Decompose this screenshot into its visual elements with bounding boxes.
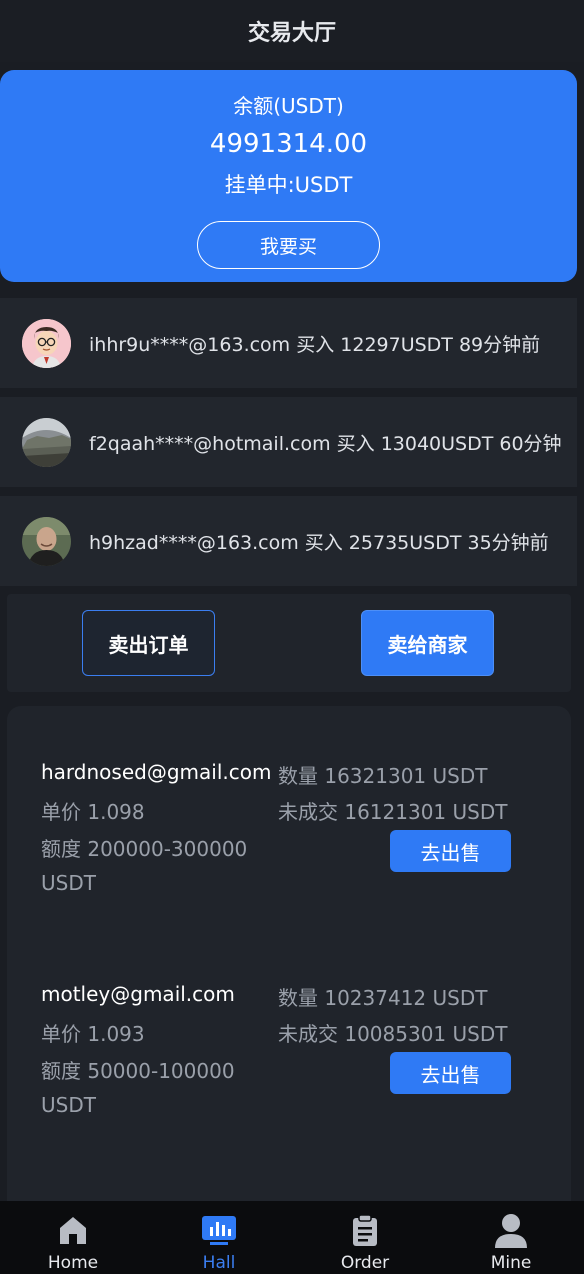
cartoon-avatar-icon xyxy=(22,318,71,368)
page-title: 交易大厅 xyxy=(247,21,336,46)
avatar xyxy=(22,417,71,467)
quantity: 数量 10237412 USDT xyxy=(278,986,488,1010)
sell-to-merchant-button[interactable]: 卖给商家 xyxy=(361,610,494,676)
page-header: 交易大厅 xyxy=(0,0,584,62)
unfilled-quantity: 未成交 10085301 USDT xyxy=(278,1022,508,1046)
trade-limit: 额度 200000-300000 USDT xyxy=(41,837,248,895)
unit-price: 单价 1.098 xyxy=(41,800,145,824)
merchant-email: motley@gmail.com xyxy=(41,982,235,1006)
pending-orders-label: 挂单中:USDT xyxy=(224,173,353,197)
merchant-listing-panel: hardnosed@gmail.com 单价 1.098 额度 200000-3… xyxy=(7,706,571,1226)
go-sell-button[interactable]: 去出售 xyxy=(390,830,511,872)
clipboard-icon xyxy=(346,1211,384,1249)
bottom-tab-bar: Home Hall Order Mine xyxy=(0,1201,584,1274)
unit-price: 单价 1.093 xyxy=(41,1022,145,1046)
trade-limit: 额度 50000-100000 USDT xyxy=(41,1059,235,1117)
merchant-listing: motley@gmail.com 单价 1.093 额度 50000-10000… xyxy=(7,982,571,1152)
tab-label: Order xyxy=(340,1253,390,1273)
merchant-email: hardnosed@gmail.com xyxy=(41,760,272,784)
buy-button[interactable]: 我要买 xyxy=(197,221,380,269)
tab-hall[interactable]: Hall xyxy=(146,1201,292,1274)
tab-mine[interactable]: Mine xyxy=(438,1201,584,1274)
home-icon xyxy=(54,1211,92,1249)
balance-label: 余额(USDT) xyxy=(233,94,344,118)
sell-orders-button[interactable]: 卖出订单 xyxy=(82,610,215,676)
landscape-avatar-icon xyxy=(22,417,71,467)
tab-home[interactable]: Home xyxy=(0,1201,146,1274)
avatar xyxy=(22,516,71,566)
trade-feed-text: f2qaah****@hotmail.com 买入 13040USDT 60分钟 xyxy=(89,432,562,455)
go-sell-button[interactable]: 去出售 xyxy=(390,1052,511,1094)
merchant-listing: hardnosed@gmail.com 单价 1.098 额度 200000-3… xyxy=(7,760,571,930)
trade-feed-text: ihhr9u****@163.com 买入 12297USDT 89分钟前 xyxy=(89,333,541,356)
user-icon xyxy=(492,1211,530,1249)
balance-card: 余额(USDT) 4991314.00 挂单中:USDT 我要买 xyxy=(0,70,577,282)
balance-amount: 4991314.00 xyxy=(209,129,368,159)
app-root: 交易大厅 余额(USDT) 4991314.00 挂单中:USDT 我要买 ih… xyxy=(0,0,584,1274)
tab-order[interactable]: Order xyxy=(292,1201,438,1274)
tab-label: Mine xyxy=(490,1253,532,1273)
trade-feed-text: h9hzad****@163.com 买入 25735USDT 35分钟前 xyxy=(89,531,549,554)
trade-feed-item: f2qaah****@hotmail.com 买入 13040USDT 60分钟 xyxy=(0,397,577,487)
tab-label: Home xyxy=(47,1253,99,1273)
quantity: 数量 16321301 USDT xyxy=(278,764,488,788)
avatar xyxy=(22,318,71,368)
person-avatar-icon xyxy=(22,516,71,566)
trade-feed-item: ihhr9u****@163.com 买入 12297USDT 89分钟前 xyxy=(0,298,577,388)
tab-label: Hall xyxy=(202,1253,236,1273)
chart-icon xyxy=(200,1211,238,1249)
unfilled-quantity: 未成交 16121301 USDT xyxy=(278,800,508,824)
action-bar: 卖出订单 卖给商家 xyxy=(7,594,571,692)
trade-feed-item: h9hzad****@163.com 买入 25735USDT 35分钟前 xyxy=(0,496,577,586)
